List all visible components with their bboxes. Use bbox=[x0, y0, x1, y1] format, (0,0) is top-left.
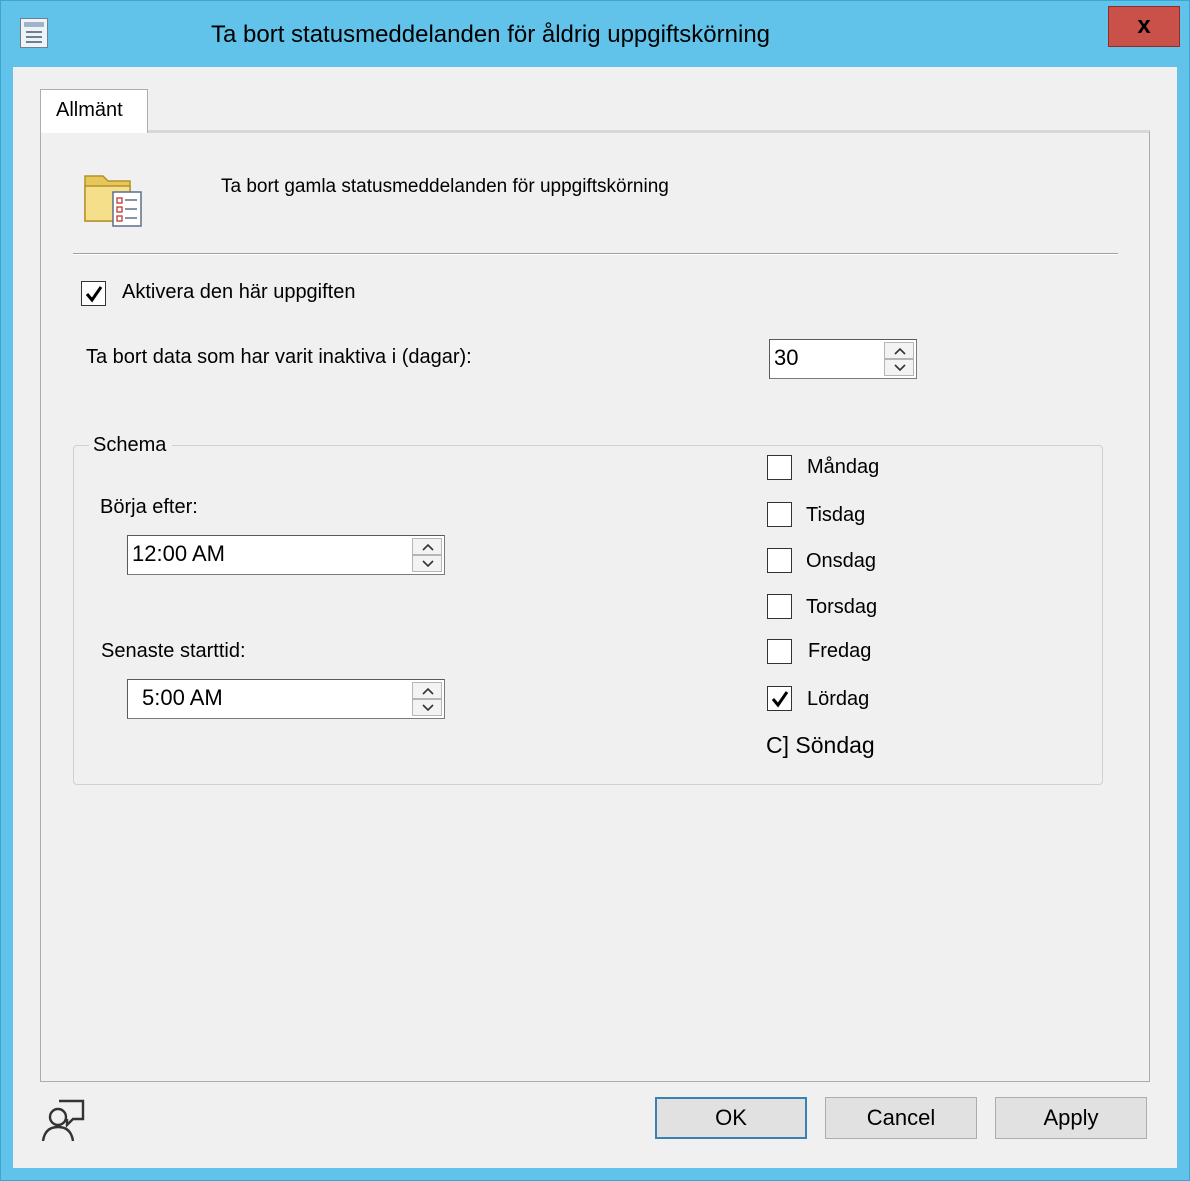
latest-start-label: Senaste starttid: bbox=[101, 640, 246, 662]
day-checkbox-wednesday[interactable] bbox=[767, 548, 792, 573]
folder-checklist-icon bbox=[84, 175, 142, 227]
start-after-value[interactable]: 12:00 AM bbox=[132, 541, 225, 567]
day-label-tuesday: Tisdag bbox=[806, 504, 866, 526]
checkmark-icon bbox=[85, 286, 103, 303]
chevron-up-icon bbox=[422, 687, 434, 695]
separator bbox=[73, 253, 1118, 255]
title-bar[interactable]: Ta bort statusmeddelanden för åldrig upp… bbox=[1, 1, 1190, 67]
day-label-wednesday: Onsdag bbox=[806, 550, 877, 572]
day-label-friday: Fredag bbox=[808, 640, 872, 662]
latest-start-increment[interactable] bbox=[412, 682, 442, 699]
day-label-sunday[interactable]: C] Söndag bbox=[766, 732, 875, 759]
day-label-saturday: Lördag bbox=[807, 688, 870, 710]
inactive-days-label: Ta bort data som har varit inaktiva i (d… bbox=[86, 346, 472, 368]
tab-general[interactable]: Allmänt bbox=[40, 89, 148, 133]
chevron-down-icon bbox=[422, 704, 434, 712]
dialog-client-area: Allmänt Ta bort gamla statusmeddelanden … bbox=[13, 67, 1177, 1168]
chevron-up-icon bbox=[894, 347, 906, 355]
day-checkbox-friday[interactable] bbox=[767, 639, 792, 664]
task-description: Ta bort gamla statusmeddelanden för uppg… bbox=[221, 176, 669, 197]
latest-start-value[interactable]: 5:00 AM bbox=[142, 685, 223, 711]
inactive-days-increment[interactable] bbox=[884, 342, 914, 359]
start-after-time-picker[interactable]: 12:00 AM bbox=[127, 535, 445, 575]
feedback-person-icon[interactable] bbox=[41, 1097, 87, 1143]
day-checkbox-tuesday[interactable] bbox=[767, 502, 792, 527]
checkmark-icon bbox=[771, 691, 789, 708]
app-window-icon bbox=[20, 18, 48, 48]
start-after-label: Börja efter: bbox=[100, 496, 198, 518]
start-after-decrement[interactable] bbox=[412, 555, 442, 572]
ok-button[interactable]: OK bbox=[655, 1097, 807, 1139]
enable-task-label: Aktivera den här uppgiften bbox=[122, 281, 356, 303]
tab-panel-general: Ta bort gamla statusmeddelanden för uppg… bbox=[40, 130, 1150, 1082]
apply-button[interactable]: Apply bbox=[995, 1097, 1147, 1139]
inactive-days-value[interactable]: 30 bbox=[774, 345, 798, 371]
start-after-increment[interactable] bbox=[412, 538, 442, 555]
schedule-group-title: Schema bbox=[89, 434, 173, 457]
close-button[interactable]: x bbox=[1108, 6, 1180, 47]
latest-start-decrement[interactable] bbox=[412, 699, 442, 716]
inactive-days-decrement[interactable] bbox=[884, 359, 914, 376]
dialog-window: Ta bort statusmeddelanden för åldrig upp… bbox=[0, 0, 1190, 1181]
inactive-days-stepper[interactable]: 30 bbox=[769, 339, 917, 379]
close-icon: x bbox=[1137, 12, 1151, 39]
day-label-monday: Måndag bbox=[807, 456, 880, 478]
schedule-group bbox=[73, 445, 1103, 785]
cancel-button[interactable]: Cancel bbox=[825, 1097, 977, 1139]
chevron-down-icon bbox=[422, 560, 434, 568]
day-checkbox-monday[interactable] bbox=[767, 455, 792, 480]
latest-start-time-picker[interactable]: 5:00 AM bbox=[127, 679, 445, 719]
chevron-up-icon bbox=[422, 543, 434, 551]
day-label-thursday: Torsdag bbox=[806, 596, 878, 618]
day-checkbox-saturday[interactable] bbox=[767, 686, 792, 711]
day-checkbox-thursday[interactable] bbox=[767, 594, 792, 619]
chevron-down-icon bbox=[894, 364, 906, 372]
window-title: Ta bort statusmeddelanden för åldrig upp… bbox=[211, 21, 771, 48]
enable-task-checkbox[interactable] bbox=[81, 281, 106, 306]
